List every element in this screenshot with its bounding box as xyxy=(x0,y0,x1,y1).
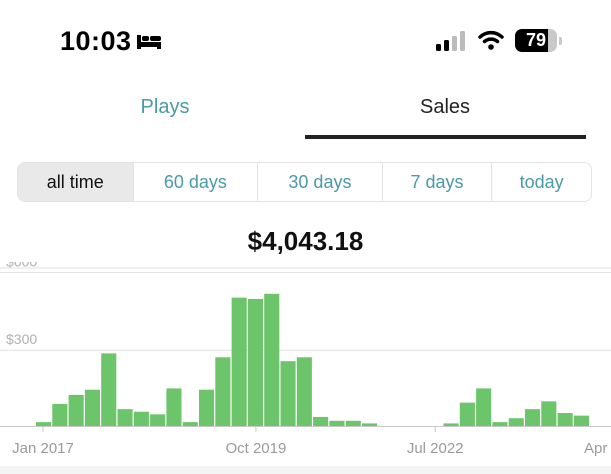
wifi-icon xyxy=(478,30,504,50)
chart-bar xyxy=(573,415,589,426)
chart-bar xyxy=(329,420,345,426)
chart-bar xyxy=(117,409,133,426)
chart-bar xyxy=(459,402,475,426)
chart-bar xyxy=(231,297,247,426)
x-tick-label: Jan 2017 xyxy=(12,440,74,457)
chart-bar xyxy=(182,422,198,426)
chart-bar xyxy=(476,388,492,426)
chart-bar xyxy=(150,414,166,426)
chart-bar xyxy=(541,401,557,426)
chart-bar xyxy=(36,422,52,426)
chart-bar xyxy=(345,420,361,426)
chart-bar xyxy=(68,394,84,426)
time-range-selector: all time 60 days 30 days 7 days today xyxy=(17,162,592,202)
bottom-divider xyxy=(0,466,611,474)
chart-bar xyxy=(264,293,280,426)
chart-bar xyxy=(508,418,524,426)
x-tick-label: Jul 2022 xyxy=(407,440,464,457)
tab-active-indicator xyxy=(305,135,586,139)
bed-icon xyxy=(137,35,161,49)
battery-icon: 79 xyxy=(515,29,563,52)
battery-level: 79 xyxy=(525,30,547,50)
sales-chart: $600 $300 Jan 2017 Oct 2019 Jul 2022 Apr 2025 xyxy=(0,262,611,457)
chart-bar xyxy=(296,357,312,426)
chart-bar xyxy=(84,389,100,426)
x-tick-label: Oct 2019 xyxy=(225,440,286,457)
x-tick-label: Apr 2025 xyxy=(584,440,611,457)
y-tick-label: $600 xyxy=(6,262,37,269)
chart-bar xyxy=(362,423,378,426)
sales-total: $4,043.18 xyxy=(247,226,364,256)
tab-sales[interactable]: Sales xyxy=(305,96,585,119)
chart-bar xyxy=(443,423,459,426)
chart-bar xyxy=(313,416,329,426)
tab-plays[interactable]: Plays xyxy=(90,96,240,119)
range-30-days[interactable]: 30 days xyxy=(258,163,383,201)
range-60-days[interactable]: 60 days xyxy=(134,163,259,201)
y-tick-label: $300 xyxy=(6,331,37,347)
chart-bar xyxy=(101,353,117,426)
chart-bar xyxy=(133,411,149,426)
chart-bar xyxy=(492,422,508,426)
chart-bar xyxy=(280,361,296,426)
range-all-time[interactable]: all time xyxy=(18,163,134,201)
chart-bar xyxy=(166,388,182,426)
range-today[interactable]: today xyxy=(492,163,591,201)
chart-bar xyxy=(557,413,573,426)
range-7-days[interactable]: 7 days xyxy=(383,163,493,201)
chart-bar xyxy=(52,403,68,426)
chart-bar xyxy=(247,298,263,426)
status-time: 10:03 xyxy=(60,26,132,56)
chart-bar xyxy=(525,409,541,426)
signal-icon xyxy=(436,31,465,51)
chart-bar xyxy=(199,389,215,426)
chart-bar xyxy=(215,357,231,426)
